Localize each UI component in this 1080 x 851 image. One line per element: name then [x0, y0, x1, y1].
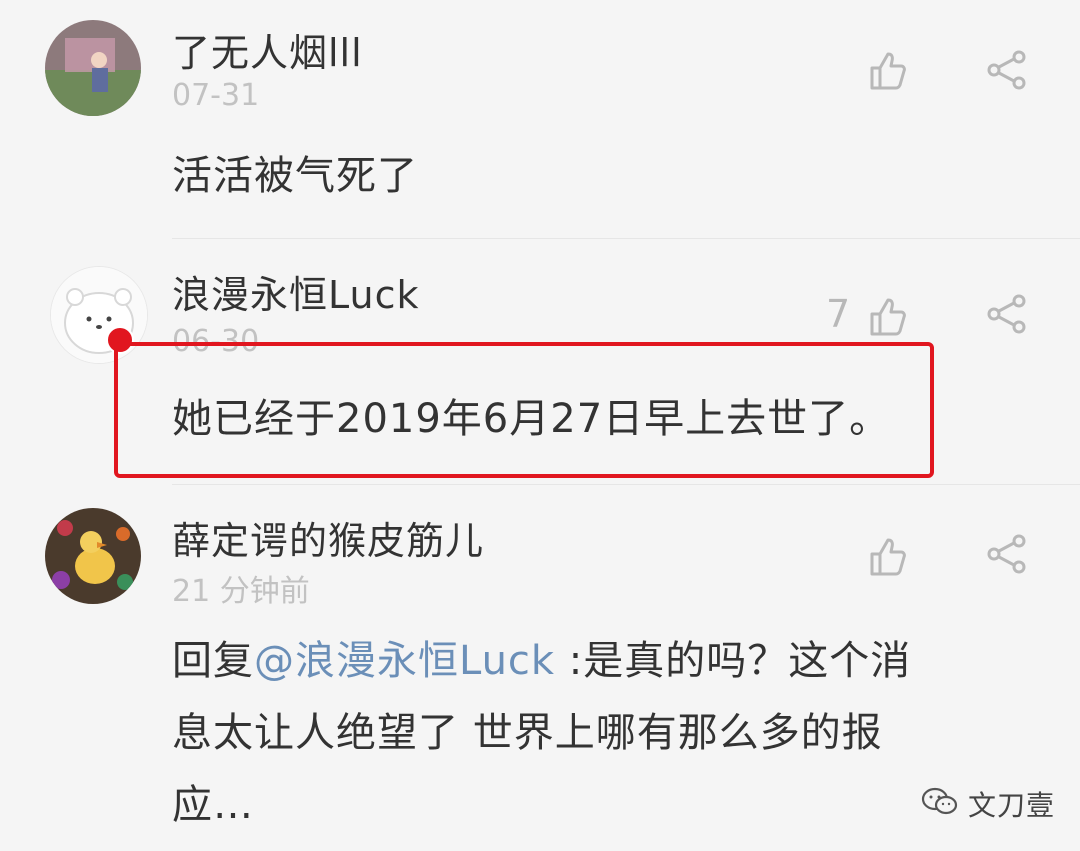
share-icon[interactable]: [985, 48, 1029, 92]
thumb-up-icon[interactable]: [866, 48, 910, 92]
comment-text-line: 应…: [172, 782, 254, 828]
comment-username[interactable]: 薛定谔的猴皮筋儿: [172, 510, 484, 565]
reply-prefix: 回复: [172, 638, 254, 684]
highlight-box: [114, 342, 934, 478]
comment-item: 了无人烟lll 07-31 活活被气死了: [0, 0, 1080, 230]
comment-time: 07-31: [172, 78, 260, 113]
watermark-label: 文刀壹: [968, 789, 1056, 822]
comment-username[interactable]: 了无人烟lll: [172, 22, 363, 77]
share-icon[interactable]: [985, 292, 1029, 336]
reply-text: :是真的吗？这个消: [555, 638, 912, 684]
thumb-up-icon[interactable]: [866, 294, 910, 338]
avatar[interactable]: [45, 20, 141, 116]
comment-time: 21 分钟前: [172, 574, 310, 609]
comment-text-line: 回复@浪漫永恒Luck :是真的吗？这个消: [172, 628, 911, 686]
watermark: 文刀壹: [920, 784, 1055, 824]
wechat-icon: [920, 785, 960, 823]
divider: [172, 484, 1080, 485]
avatar[interactable]: [45, 508, 141, 604]
thumb-up-icon[interactable]: [866, 534, 910, 578]
comment-username[interactable]: 浪漫永恒Luck: [172, 264, 420, 319]
comment-text-line: 息太让人绝望了 世界上哪有那么多的报: [172, 710, 883, 756]
mention-link[interactable]: @浪漫永恒Luck: [254, 638, 555, 684]
divider: [172, 238, 1080, 239]
comment-item: 薛定谔的猴皮筋儿 21 分钟前 回复@浪漫永恒Luck :是真的吗？这个消 息太…: [0, 500, 1080, 851]
comment-text: 活活被气死了: [172, 153, 418, 199]
like-count: 7: [826, 292, 851, 336]
share-icon[interactable]: [985, 532, 1029, 576]
